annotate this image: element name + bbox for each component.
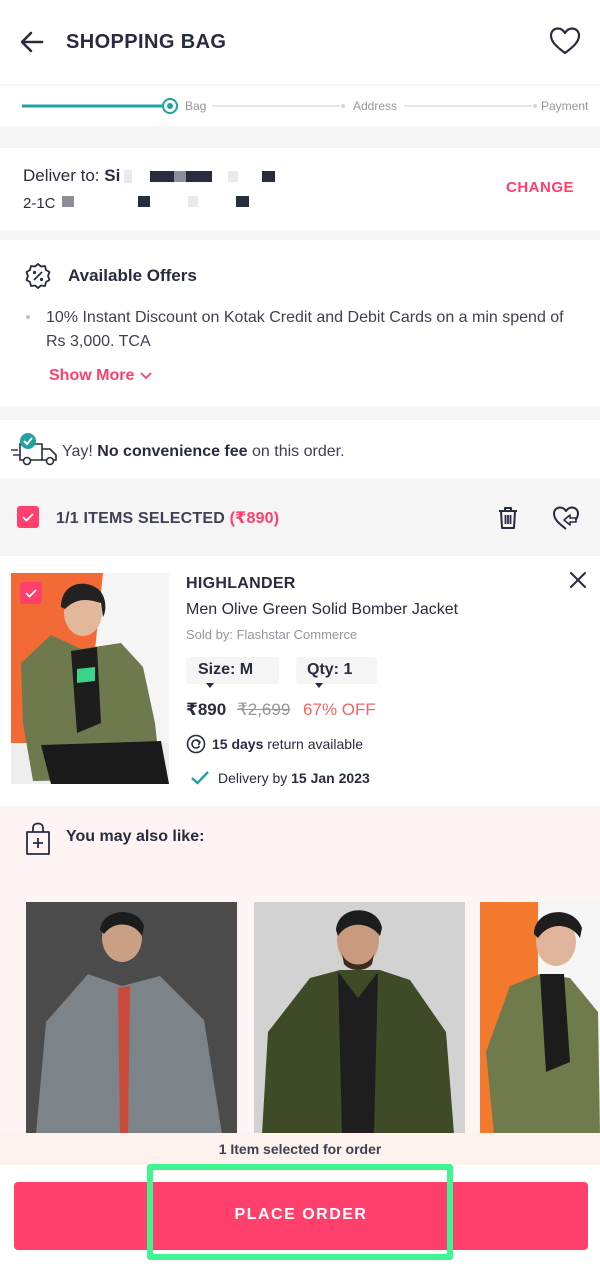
redacted-block [262,171,275,182]
items-count: 1/1 ITEMS SELECTED [56,510,225,527]
delete-button[interactable] [494,504,522,532]
qty-label: Qty: 1 [307,661,353,678]
close-icon [570,572,586,588]
offers-title: Available Offers [68,266,197,285]
move-to-wishlist-button[interactable] [551,503,581,533]
redacted-block [138,196,150,207]
trash-icon [499,507,517,529]
redacted-block [124,170,132,183]
delivery-info: Delivery by 15 Jan 2023 [190,770,370,786]
place-order-button[interactable]: PLACE ORDER [14,1182,588,1250]
items-amount: (₹890) [229,510,280,527]
delivery-truck-check-icon [11,433,57,466]
caret-down-icon [315,683,323,689]
discount-percent: 67% OFF [303,700,376,719]
price-row: ₹890 ₹2,699 67% OFF [186,700,376,720]
discount-badge-icon [25,263,51,289]
product-image [480,902,600,1134]
back-button[interactable] [16,26,48,58]
recommendation-card[interactable] [254,902,465,1134]
delivery-date: 15 Jan 2023 [291,770,370,786]
return-days: 15 days [212,736,264,752]
redacted-block [228,171,238,182]
seller-name: Sold by: Flashstar Commerce [186,627,358,642]
product-image [26,902,237,1134]
selected-count-note: 1 Item selected for order [0,1133,600,1165]
remove-item-button[interactable] [568,570,588,590]
checkout-footer: 1 Item selected for order PLACE ORDER [0,1133,600,1280]
deliver-to-line: Deliver to: Si [23,166,120,186]
product-name[interactable]: Men Olive Green Solid Bomber Jacket [186,601,458,619]
fee-prefix: Yay! [62,443,98,460]
recommendations-title: You may also like: [66,828,205,845]
redacted-block [188,196,198,207]
items-selected-label: 1/1 ITEMS SELECTED (₹890) [56,508,279,528]
item-checkbox[interactable] [20,582,42,604]
selling-price: ₹890 [186,700,227,719]
product-image[interactable] [11,573,169,784]
delivery-prefix: Delivery by [218,770,292,786]
product-brand: HIGHLANDER [186,575,296,592]
caret-down-icon [206,683,214,689]
arrow-left-icon [20,31,44,53]
bag-item: HIGHLANDER Men Olive Green Solid Bomber … [0,556,600,806]
redacted-block [236,196,249,207]
fee-bold: No convenience fee [97,443,248,460]
wishlist-button[interactable] [548,24,582,58]
deliver-to-label: Deliver to: [23,166,100,185]
original-price: ₹2,699 [236,700,291,719]
check-icon [25,589,37,598]
stepper-track [22,98,537,114]
convenience-fee-banner: Yay! No convenience fee on this order. [0,420,600,478]
redacted-block [62,196,74,207]
recommendation-card[interactable] [480,902,600,1134]
divider [0,406,600,420]
change-address-button[interactable]: CHANGE [506,179,574,196]
available-offers: Available Offers 10% Instant Discount on… [0,240,600,406]
show-more-label: Show More [49,367,135,384]
return-icon [186,734,206,754]
size-selector[interactable]: Size: M [186,657,279,689]
redacted-block [174,171,186,182]
return-info: 15 days return available [186,734,363,754]
fee-suffix: on this order. [247,443,345,460]
page-title: SHOPPING BAG [66,31,227,53]
offer-text: 10% Instant Discount on Kotak Credit and… [46,309,564,350]
checkmark-icon [191,771,209,785]
step-payment: Payment [541,99,589,113]
select-all-checkbox[interactable] [17,506,39,528]
step-bag: Bag [185,99,207,113]
jacket-photo [11,573,169,784]
recommendations: You may also like: [0,806,600,1134]
fee-text: Yay! No convenience fee on this order. [62,443,345,461]
qty-selector[interactable]: Qty: 1 [296,657,377,689]
app-header: SHOPPING BAG [0,0,600,84]
return-text: return available [263,736,363,752]
delivery-address: Deliver to: Si 2-1C CHANGE [0,148,600,230]
shopping-bag-plus-icon [26,822,50,855]
divider [0,126,600,148]
show-more-button[interactable]: Show More [49,367,153,385]
heart-arrow-icon [553,506,579,530]
bullet [26,315,30,319]
product-image [254,902,465,1134]
step-address: Address [353,99,398,113]
size-label: Size: M [198,661,254,678]
heart-icon [549,27,581,55]
checkout-stepper: Bag Address Payment [0,86,600,126]
recommendation-card[interactable] [26,902,237,1134]
address-line: 2-1C [23,195,56,212]
divider [0,230,600,240]
recipient-name: Si [104,166,121,185]
chevron-down-icon [140,372,152,380]
check-icon [22,513,34,522]
